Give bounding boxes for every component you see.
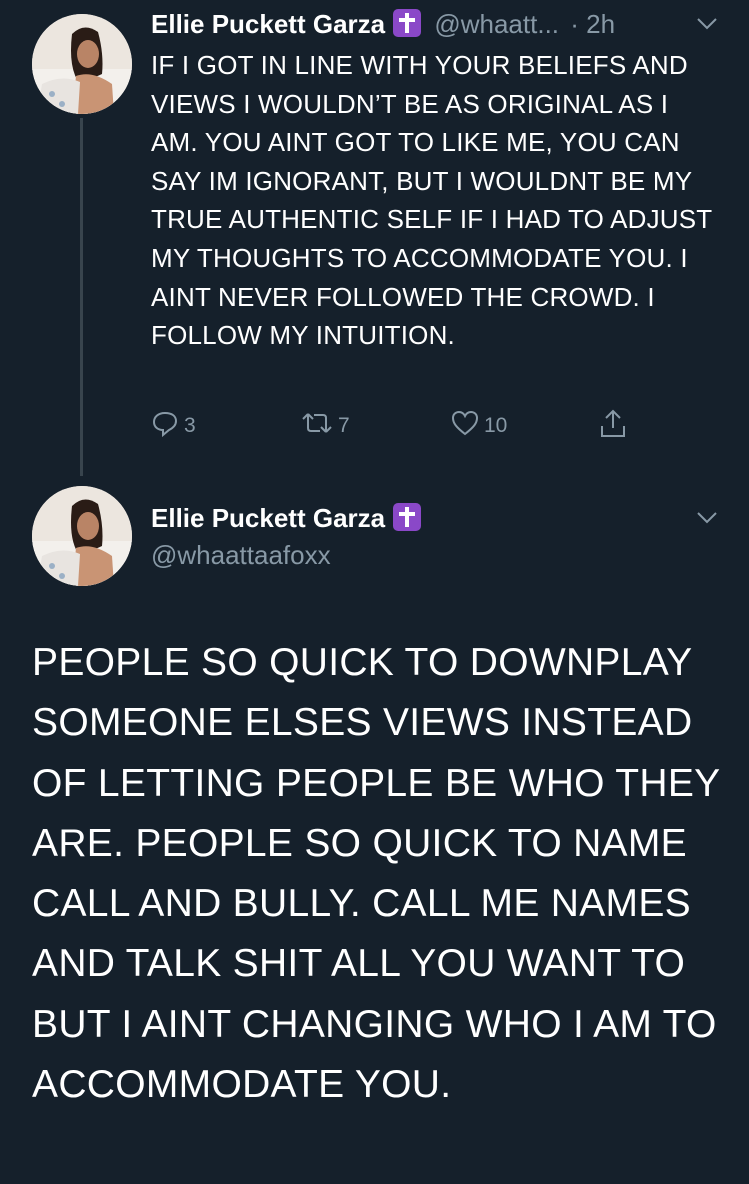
chevron-down-icon[interactable] (695, 16, 719, 37)
avatar[interactable] (32, 486, 132, 586)
chevron-down-icon[interactable] (695, 510, 719, 531)
handle[interactable]: @whaatt... (434, 9, 559, 39)
tweet-text: IF I GOT IN LINE WITH YOUR BELIEFS AND V… (151, 50, 712, 351)
avatar[interactable] (32, 14, 132, 114)
display-name[interactable]: Ellie Puckett Garza (151, 503, 385, 533)
thread-connector (80, 118, 83, 476)
reply-button[interactable]: 3 (150, 408, 196, 444)
latin-cross-icon (393, 9, 422, 38)
latin-cross-icon (393, 503, 422, 532)
tweet-text: PEOPLE SO QUICK TO DOWNPLAY SOMEONE ELSE… (32, 641, 720, 1107)
reply-icon (150, 408, 180, 444)
tweet2-header: Ellie Puckett Garza (151, 503, 422, 534)
like-count: 10 (484, 414, 508, 437)
tweet1-header: Ellie Puckett Garza @whaatt... · 2h (151, 9, 615, 40)
handle[interactable]: @whaattaafoxx (151, 540, 331, 571)
retweet-button[interactable]: 7 (300, 408, 350, 444)
retweet-count: 7 (338, 414, 350, 437)
reply-count: 3 (184, 414, 196, 437)
share-button[interactable] (598, 408, 628, 446)
retweet-icon (300, 408, 334, 444)
tweet-actions: 3 7 10 (150, 408, 640, 444)
display-name[interactable]: Ellie Puckett Garza (151, 9, 385, 39)
like-button[interactable]: 10 (450, 408, 507, 444)
share-icon (598, 408, 628, 446)
heart-icon (450, 408, 480, 444)
timestamp[interactable]: · 2h (570, 9, 615, 39)
